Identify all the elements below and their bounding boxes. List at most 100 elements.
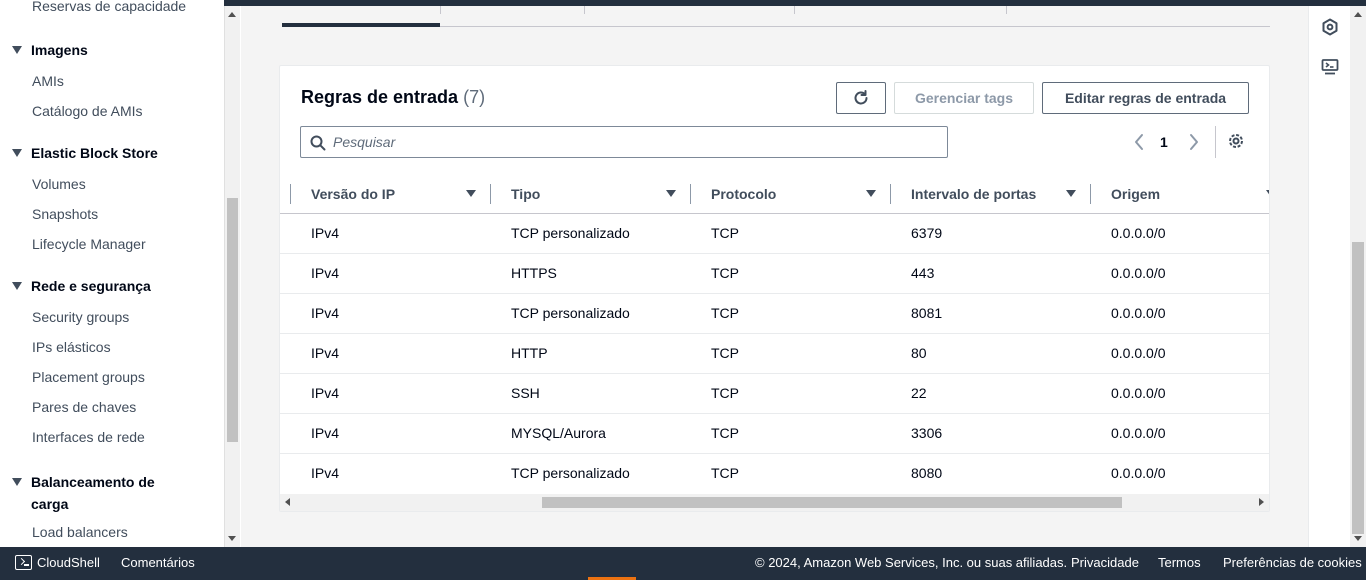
tab-divider	[440, 6, 441, 14]
page-number[interactable]: 1	[1160, 134, 1168, 150]
feedback-link[interactable]: Comentários	[121, 555, 195, 570]
sort-down-icon[interactable]	[666, 190, 676, 197]
cell-source: 0.0.0.0/0	[1111, 305, 1166, 321]
sort-down-icon[interactable]	[1066, 190, 1076, 197]
sidebar-item-amis[interactable]: AMIs	[32, 73, 64, 89]
sort-down-icon[interactable]	[866, 190, 876, 197]
edit-inbound-rules-button[interactable]: Editar regras de entrada	[1042, 82, 1249, 114]
copyright-text: © 2024, Amazon Web Services, Inc. ou sua…	[755, 555, 1068, 570]
cell-port-range: 3306	[911, 425, 943, 441]
column-divider	[290, 184, 291, 204]
caret-down-icon	[12, 282, 22, 290]
scrollbar-thumb[interactable]	[1352, 242, 1364, 534]
sidebar-scrollbar[interactable]	[224, 6, 240, 547]
table-row[interactable]: IPv4 TCP personalizado TCP 6379 0.0.0.0/…	[280, 214, 1269, 254]
scroll-down-arrow-icon[interactable]	[1354, 536, 1362, 541]
scroll-left-arrow-icon[interactable]	[285, 498, 290, 506]
chevron-left-icon[interactable]	[1130, 132, 1148, 152]
column-divider	[490, 184, 491, 204]
table-row[interactable]: IPv4 HTTP TCP 80 0.0.0.0/0	[280, 334, 1269, 374]
column-header-type[interactable]: Tipo	[511, 174, 691, 214]
sidebar-item-security-groups[interactable]: Security groups	[32, 309, 129, 325]
panel-title-text: Regras de entrada	[301, 87, 459, 107]
cell-protocol: TCP	[711, 225, 739, 241]
cell-port-range: 8081	[911, 305, 943, 321]
column-header-protocol[interactable]: Protocolo	[711, 174, 891, 214]
column-header-port-range[interactable]: Intervalo de portas	[911, 174, 1091, 214]
cell-ip-version: IPv4	[311, 225, 340, 241]
scroll-right-arrow-icon[interactable]	[1259, 498, 1264, 506]
sidebar-item-capacity-reservations[interactable]: Reservas de capacidade	[32, 0, 186, 14]
cell-port-range: 6379	[911, 225, 943, 241]
cell-protocol: TCP	[711, 265, 739, 281]
scroll-down-arrow-icon[interactable]	[228, 536, 236, 541]
column-header-label: Tipo	[511, 186, 541, 202]
hexagon-settings-icon[interactable]	[1321, 18, 1339, 36]
right-utility-rail	[1308, 6, 1350, 547]
scroll-up-arrow-icon[interactable]	[1354, 12, 1362, 17]
sidebar-item-load-balancers[interactable]: Load balancers	[32, 524, 128, 540]
table-row[interactable]: IPv4 HTTPS TCP 443 0.0.0.0/0	[280, 254, 1269, 294]
sidebar-item-snapshots[interactable]: Snapshots	[32, 206, 98, 222]
sidebar-section-title: Imagens	[31, 42, 88, 58]
page-vertical-scrollbar[interactable]	[1350, 6, 1366, 547]
sidebar-section-network-security[interactable]: Rede e segurança	[12, 278, 151, 294]
cell-protocol: TCP	[711, 465, 739, 481]
sidebar-section-ebs[interactable]: Elastic Block Store	[12, 145, 158, 161]
scrollbar-thumb[interactable]	[227, 198, 238, 442]
chevron-right-icon[interactable]	[1185, 132, 1203, 152]
cookie-preferences-link[interactable]: Preferências de cookies	[1223, 555, 1362, 570]
sidebar-item-lifecycle-manager[interactable]: Lifecycle Manager	[32, 236, 146, 252]
cell-port-range: 8080	[911, 465, 943, 481]
column-header-source[interactable]: Origem	[1111, 174, 1269, 214]
sort-down-icon[interactable]	[466, 190, 476, 197]
table-horizontal-scrollbar[interactable]	[280, 494, 1269, 511]
sidebar-item-network-interfaces[interactable]: Interfaces de rede	[32, 429, 145, 445]
sidebar-item-placement-groups[interactable]: Placement groups	[32, 369, 145, 385]
cell-port-range: 80	[911, 345, 927, 361]
manage-tags-button[interactable]: Gerenciar tags	[894, 82, 1034, 114]
cell-protocol: TCP	[711, 425, 739, 441]
cell-ip-version: IPv4	[311, 345, 340, 361]
scroll-up-arrow-icon[interactable]	[228, 12, 236, 17]
cell-protocol: TCP	[711, 385, 739, 401]
column-header-ip-version[interactable]: Versão do IP	[311, 174, 491, 214]
sidebar-item-elastic-ips[interactable]: IPs elásticos	[32, 339, 111, 355]
cell-port-range: 22	[911, 385, 927, 401]
table-row[interactable]: IPv4 MYSQL/Aurora TCP 3306 0.0.0.0/0	[280, 414, 1269, 454]
scrollbar-thumb[interactable]	[542, 497, 1122, 508]
table-row[interactable]: IPv4 TCP personalizado TCP 8080 0.0.0.0/…	[280, 454, 1269, 494]
active-tab-indicator	[282, 23, 440, 27]
sidebar-section-title: Balanceamento de carga	[31, 474, 155, 512]
sort-down-icon[interactable]	[1266, 190, 1269, 197]
search-field[interactable]	[300, 126, 948, 158]
search-input[interactable]	[333, 131, 933, 153]
sidebar-item-ami-catalog[interactable]: Catálogo de AMIs	[32, 103, 143, 119]
cloudshell-link[interactable]: CloudShell	[37, 555, 100, 570]
sidebar-item-volumes[interactable]: Volumes	[32, 176, 86, 192]
cell-type: SSH	[511, 385, 540, 401]
cell-port-range: 443	[911, 265, 935, 281]
cell-ip-version: IPv4	[311, 305, 340, 321]
privacy-link[interactable]: Privacidade	[1071, 555, 1139, 570]
cell-ip-version: IPv4	[311, 465, 340, 481]
sidebar-section-images[interactable]: Imagens	[12, 42, 88, 58]
column-header-label: Protocolo	[711, 186, 777, 202]
table-row[interactable]: IPv4 SSH TCP 22 0.0.0.0/0	[280, 374, 1269, 414]
column-divider	[890, 184, 891, 204]
gear-icon[interactable]	[1227, 132, 1245, 150]
cloudshell-icon[interactable]	[15, 555, 32, 570]
cell-type: MYSQL/Aurora	[511, 425, 606, 441]
sidebar-section-title: Elastic Block Store	[31, 145, 158, 161]
table-row[interactable]: IPv4 TCP personalizado TCP 8081 0.0.0.0/…	[280, 294, 1269, 334]
cell-protocol: TCP	[711, 305, 739, 321]
rules-count: (7)	[463, 87, 486, 107]
main-content: Regras de entrada (7) Gerenciar tags Edi…	[241, 6, 1308, 547]
feedback-icon[interactable]	[1321, 58, 1339, 76]
terms-link[interactable]: Termos	[1158, 555, 1201, 570]
sidebar-section-load-balancing[interactable]: Balanceamento de carga	[12, 471, 172, 515]
tab-divider	[794, 6, 795, 14]
sidebar-item-key-pairs[interactable]: Pares de chaves	[32, 399, 136, 415]
refresh-button[interactable]	[836, 82, 886, 114]
column-header-label: Origem	[1111, 186, 1161, 202]
